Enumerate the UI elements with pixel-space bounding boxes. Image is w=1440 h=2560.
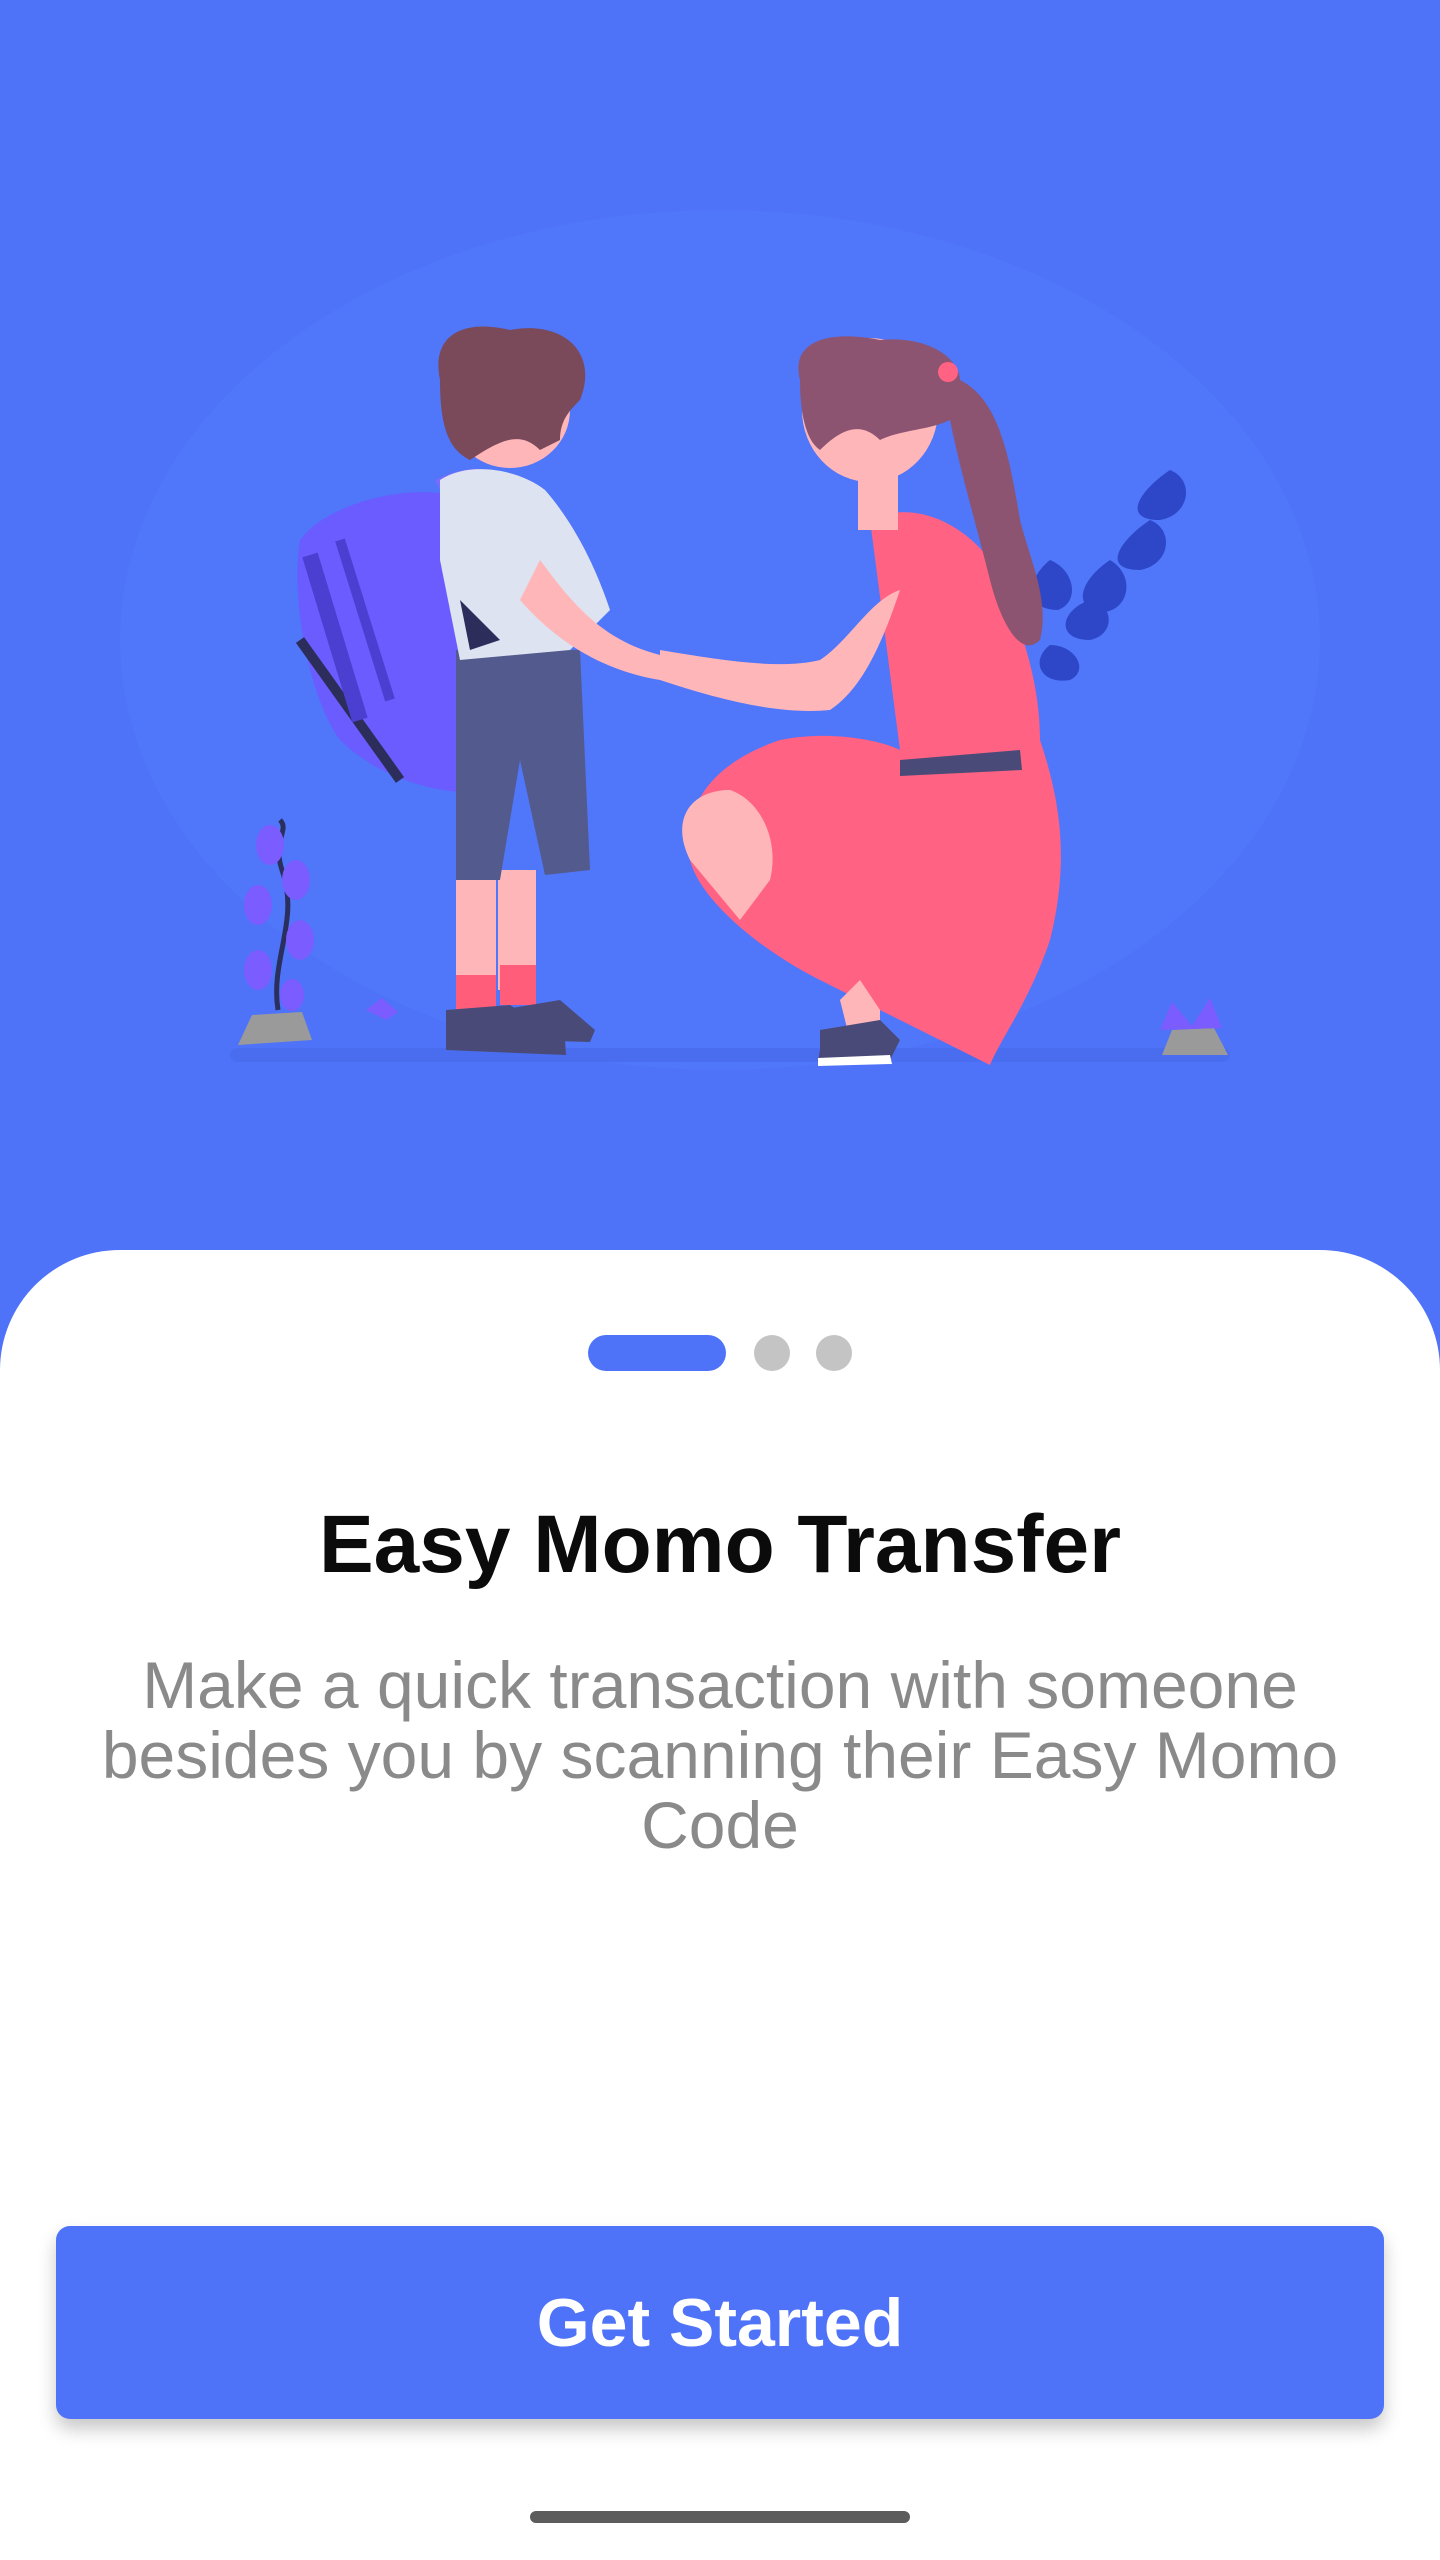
page-indicator-dot[interactable] [816, 1335, 852, 1371]
get-started-button[interactable]: Get Started [56, 2226, 1384, 2419]
page-indicator-dot-active[interactable] [588, 1335, 726, 1371]
mother-and-child-illustration [120, 210, 1320, 1070]
onboarding-description: Make a quick transaction with someone be… [101, 1648, 1339, 1862]
onboarding-title: Easy Momo Transfer [318, 1499, 1122, 1590]
hero-section [0, 0, 1440, 1300]
page-indicator [0, 1335, 1440, 1371]
page-indicator-dot[interactable] [754, 1335, 790, 1371]
home-indicator[interactable] [530, 2511, 910, 2523]
